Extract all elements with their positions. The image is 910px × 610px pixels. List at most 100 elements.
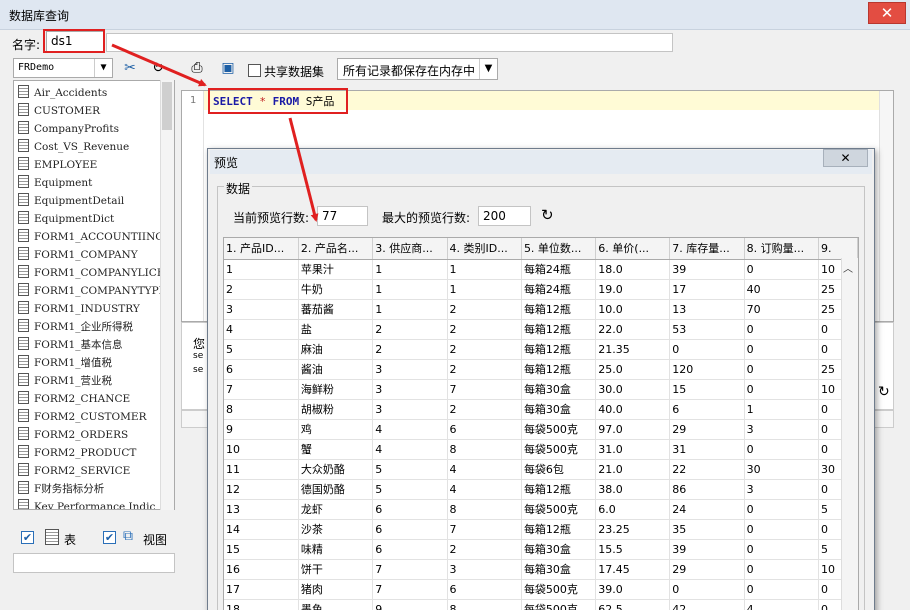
current-rows-field[interactable]: 77 [317,206,368,226]
table-row[interactable]: 12 德国奶酪 5 4 每箱12瓶 38.0 86 3 0 [224,479,858,500]
table-cell: 6.0 [595,499,671,520]
table-cell: 7 [224,379,299,400]
connection-select[interactable]: FRDemo ▼ [13,58,113,78]
show-tables-checkbox[interactable]: ✔ [21,531,34,544]
table-row[interactable]: 9 鸡 4 6 每袋500克 97.0 29 3 0 [224,419,858,440]
table-list-item[interactable]: FORM1_COMPANYLICENSE [18,265,174,283]
refresh-icon[interactable]: ↻ [541,206,554,224]
table-cell: 0 [669,579,745,600]
column-header[interactable]: 6. 单价(... [595,238,671,260]
table-list-item[interactable]: EquipmentDetail [18,193,124,211]
table-list-item[interactable]: FORM1_企业所得税 [18,319,133,337]
table-cell: 62.5 [595,599,671,610]
memory-mode-select[interactable]: 所有记录都保存在内存中 ▼ [337,58,498,80]
table-list-item[interactable]: FORM2_ORDERS [18,427,128,445]
table-row[interactable]: 7 海鲜粉 3 7 每箱30盒 30.0 15 0 10 [224,379,858,400]
column-header[interactable]: 9. [818,238,858,260]
preview-grid[interactable]: 1. 产品ID... 2. 产品名... 3. 供应商... 4. 类别ID... 5.… [223,237,859,610]
table-row[interactable]: 1 苹果汁 1 1 每箱24瓶 18.0 39 0 10 [224,259,858,280]
table-list-item[interactable]: FORM1_基本信息 [18,337,122,355]
table-row[interactable]: 16 饼干 7 3 每箱30盒 17.45 29 0 10 [224,559,858,580]
show-views-checkbox[interactable]: ✔ [103,531,116,544]
table-list-item[interactable]: Equipment [18,175,92,193]
column-header[interactable]: 7. 库存量... [669,238,745,260]
column-header[interactable]: 1. 产品ID... [224,238,299,260]
table-list-item[interactable]: Air_Accidents [18,85,107,103]
table-row[interactable]: 15 味精 6 2 每箱30盒 15.5 39 0 5 [224,539,858,560]
table-list-item[interactable]: FORM2_PRODUCT [18,445,136,463]
table-icon [18,427,29,440]
table-cell: 0 [744,559,819,580]
dataset-name-input-extension[interactable] [106,33,673,52]
table-row[interactable]: 17 猪肉 7 6 每袋500克 39.0 0 0 0 [224,579,858,600]
table-cell: 鸡 [298,419,374,440]
refresh-icon[interactable]: ↻ [147,57,169,79]
table-cell: 4 [447,479,522,500]
table-list-item[interactable]: FORM1_INDUSTRY [18,301,140,319]
table-row[interactable]: 6 酱油 3 2 每箱12瓶 25.0 120 0 25 [224,359,858,380]
table-list-item[interactable]: FORM1_ACCOUNTIINGSYSTEM [18,229,174,247]
table-row[interactable]: 14 沙茶 6 7 每箱12瓶 23.25 35 0 0 [224,519,858,540]
table-row[interactable]: 11 大众奶酪 5 4 每袋6包 21.0 22 30 30 [224,459,858,480]
table-list-item-label: FORM1_COMPANYTYPE [34,285,167,297]
share-dataset-checkbox[interactable] [248,64,261,77]
table-cell: 2 [447,319,522,340]
table-list-scrollbar[interactable] [160,80,174,510]
table-list-item[interactable]: Key Performance Indic [18,499,155,509]
table-icon [18,211,29,224]
table-list-item[interactable]: CUSTOMER [18,103,100,121]
table-row[interactable]: 8 胡椒粉 3 2 每箱30盒 40.0 6 1 0 [224,399,858,420]
table-cell: 2 [447,299,522,320]
table-cell: 13 [669,299,745,320]
table-list-item[interactable]: FORM2_CHANCE [18,391,130,409]
preview-close-button[interactable]: ✕ [823,149,868,167]
table-list-item[interactable]: FORM2_CUSTOMER [18,409,147,427]
table-list[interactable]: Air_Accidents CUSTOMER CompanyProfits Cost_… [13,80,175,510]
preview-grid-scrollbar[interactable] [841,258,858,610]
table-cell: 3 [372,379,448,400]
max-rows-input[interactable]: 200 [478,206,531,226]
table-row[interactable]: 13 龙虾 6 8 每袋500克 6.0 24 0 5 [224,499,858,520]
table-row[interactable]: 2 牛奶 1 1 每箱24瓶 19.0 17 40 25 [224,279,858,300]
table-row[interactable]: 10 蟹 4 8 每袋500克 31.0 31 0 0 [224,439,858,460]
table-list-item[interactable]: EquipmentDict [18,211,114,229]
parameter-icon[interactable]: ▣ [217,57,239,79]
table-row[interactable]: 3 蕃茄酱 1 2 每箱12瓶 10.0 13 70 25 [224,299,858,320]
column-header[interactable]: 5. 单位数... [521,238,597,260]
table-list-item[interactable]: CompanyProfits [18,121,119,139]
table-list-item[interactable]: Cost_VS_Revenue [18,139,129,157]
table-list-item[interactable]: FORM2_SERVICE [18,463,130,481]
table-cell: 4 [744,599,819,610]
table-row[interactable]: 4 盐 2 2 每箱12瓶 22.0 53 0 0 [224,319,858,340]
table-row[interactable]: 5 麻油 2 2 每箱12瓶 21.35 0 0 0 [224,339,858,360]
chevron-down-icon: ▼ [94,59,112,77]
table-list-item[interactable]: FORM1_增值税 [18,355,112,373]
table-cell: 大众奶酪 [298,459,374,480]
table-list-scroll-thumb[interactable] [162,82,172,130]
table-cell: 40.0 [595,399,671,420]
column-header[interactable]: 3. 供应商... [372,238,448,260]
chevron-up-icon[interactable]: ︿ [843,260,853,275]
connection-settings-icon[interactable]: ✂ [119,57,141,79]
column-header[interactable]: 2. 产品名... [298,238,374,260]
table-cell: 30.0 [595,379,671,400]
table-row[interactable]: 18 墨鱼 9 8 每袋500克 62.5 42 4 0 [224,599,858,610]
table-list-item[interactable]: FORM1_营业税 [18,373,112,391]
table-cell: 10.0 [595,299,671,320]
table-cell: 0 [744,339,819,360]
table-list-item-label: Cost_VS_Revenue [34,141,130,153]
preview-icon[interactable]: ⎙ [186,57,208,79]
refresh-icon[interactable]: ↻ [878,384,890,400]
column-header[interactable]: 4. 类别ID... [447,238,522,260]
table-list-item[interactable]: F财务指标分析 [18,481,104,499]
table-list-item[interactable]: FORM1_COMPANYTYPE [18,283,166,301]
editor-scrollbar[interactable] [879,91,893,321]
table-cell: 每箱12瓶 [521,299,597,320]
column-header[interactable]: 8. 订购量... [744,238,819,260]
table-filter-input[interactable] [13,553,175,573]
table-cell: 每袋6包 [521,459,597,480]
table-list-item-label: Air_Accidents [34,87,108,99]
window-close-button[interactable]: ✕ [868,2,906,24]
table-list-item[interactable]: EMPLOYEE [18,157,97,175]
table-list-item[interactable]: FORM1_COMPANY [18,247,138,265]
